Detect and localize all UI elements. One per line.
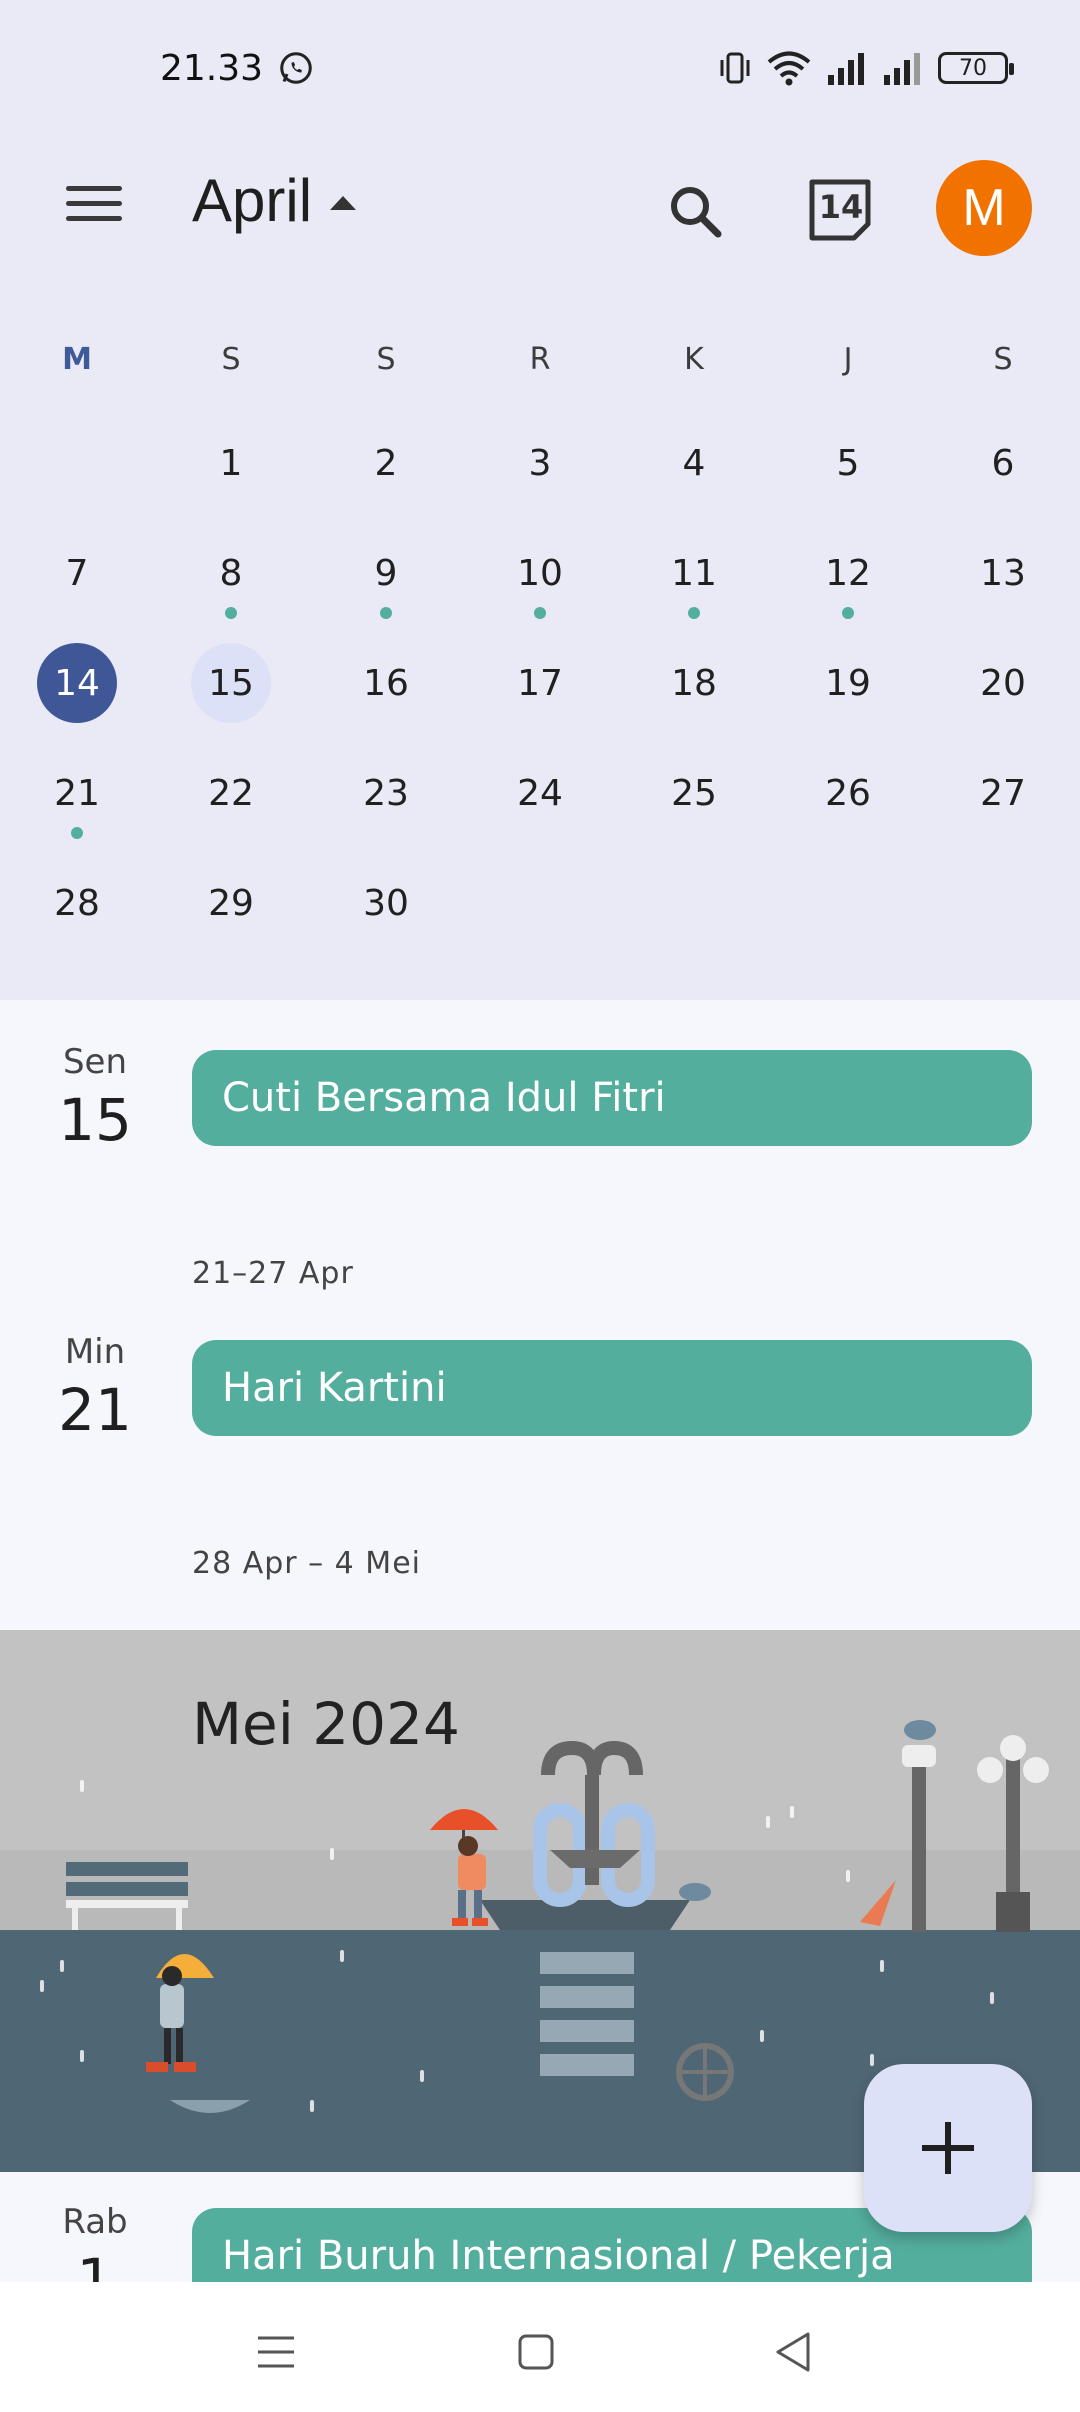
weekday-header: J: [843, 342, 853, 377]
home-icon[interactable]: [506, 2322, 566, 2382]
event-indicator-dot: [71, 827, 83, 839]
vibrate-icon: [720, 52, 750, 84]
schedule-date: 15: [58, 1086, 132, 1154]
calendar-day[interactable]: 27: [963, 753, 1043, 833]
recents-icon[interactable]: [246, 2322, 306, 2382]
calendar-day[interactable]: 18: [654, 643, 734, 723]
month-title: April: [192, 167, 313, 234]
schedule-day-label: Min 21: [20, 1332, 170, 1444]
calendar-day[interactable]: 21: [37, 753, 117, 833]
whatsapp-icon: [280, 52, 312, 84]
schedule-day-label: Rab 1: [20, 2202, 170, 2282]
app-header: April 14 M: [0, 140, 1080, 270]
calendar-day[interactable]: 2: [346, 423, 426, 503]
battery-indicator: 70: [938, 52, 1014, 84]
search-icon[interactable]: [660, 176, 730, 246]
calendar-day[interactable]: 19: [808, 643, 888, 723]
status-icons: 70: [718, 48, 1014, 88]
schedule-weekday: Min: [64, 1332, 126, 1372]
schedule-date: 1: [76, 2246, 114, 2282]
calendar-day[interactable]: 1: [191, 423, 271, 503]
weekday-header: S: [993, 342, 1013, 377]
calendar-day[interactable]: 6: [963, 423, 1043, 503]
event-indicator-dot: [225, 607, 237, 619]
system-nav-bar: [0, 2282, 1080, 2412]
event-indicator-dot: [688, 607, 700, 619]
calendar-day[interactable]: 5: [808, 423, 888, 503]
weekday-header: K: [684, 342, 704, 377]
calendar-day[interactable]: 4: [654, 423, 734, 503]
calendar-day[interactable]: 17: [500, 643, 580, 723]
weekday-header: S: [221, 342, 241, 377]
calendar-today-icon[interactable]: 14: [806, 174, 876, 244]
calendar-day[interactable]: 12: [808, 533, 888, 613]
event-chip[interactable]: Hari Kartini: [192, 1340, 1032, 1436]
schedule-weekday: Rab: [62, 2202, 128, 2242]
schedule-list: Sen 15 Cuti Bersama Idul Fitri 21–27 Apr…: [0, 1000, 1080, 1630]
calendar-day[interactable]: 24: [500, 753, 580, 833]
event-indicator-dot: [534, 607, 546, 619]
caret-up-icon: [330, 195, 357, 210]
signal-icon-2: [884, 53, 920, 85]
event-chip[interactable]: Cuti Bersama Idul Fitri: [192, 1050, 1032, 1146]
weekday-header-row: MSSRKJS: [0, 342, 1080, 382]
month-selector[interactable]: April: [192, 166, 357, 235]
calendar-day[interactable]: 3: [500, 423, 580, 503]
weekday-header: R: [529, 342, 551, 377]
wifi-icon: [767, 51, 811, 86]
back-icon[interactable]: [764, 2322, 824, 2382]
schedule-date: 21: [58, 1376, 132, 1444]
signal-icon-1: [828, 53, 864, 85]
calendar-day[interactable]: 26: [808, 753, 888, 833]
calendar-day[interactable]: 7: [37, 533, 117, 613]
calendar-day[interactable]: 14: [37, 643, 117, 723]
calendar-day[interactable]: 11: [654, 533, 734, 613]
week-range-label: 28 Apr – 4 Mei: [192, 1546, 421, 1581]
create-event-button[interactable]: [864, 2064, 1032, 2232]
month-grid: MSSRKJS 1 2 3 4 5 6 7 8 9 10 11 12 13 14 15 16 17 18 19 20 2…: [0, 270, 1080, 1000]
status-bar: 21.33 70: [0, 0, 1080, 140]
calendar-day[interactable]: 28: [37, 863, 117, 943]
today-badge: 14: [818, 188, 864, 226]
banner-month-title: Mei 2024: [192, 1690, 460, 1758]
avatar[interactable]: M: [936, 160, 1032, 256]
menu-icon[interactable]: [56, 178, 136, 238]
plus-icon: [922, 2122, 974, 2174]
week-range-label: 21–27 Apr: [192, 1256, 354, 1291]
calendar-day[interactable]: 16: [346, 643, 426, 723]
calendar-day[interactable]: 25: [654, 753, 734, 833]
calendar-day[interactable]: 8: [191, 533, 271, 613]
calendar-day[interactable]: 23: [346, 753, 426, 833]
calendar-day[interactable]: 9: [346, 533, 426, 613]
calendar-day[interactable]: 10: [500, 533, 580, 613]
schedule-weekday: Sen: [62, 1042, 128, 1082]
calendar-day[interactable]: 30: [346, 863, 426, 943]
calendar-day[interactable]: 20: [963, 643, 1043, 723]
calendar-day[interactable]: 22: [191, 753, 271, 833]
calendar-day[interactable]: 15: [191, 643, 271, 723]
schedule-day-label: Sen 15: [20, 1042, 170, 1154]
weekday-header: M: [62, 342, 92, 377]
calendar-day[interactable]: 13: [963, 533, 1043, 613]
event-indicator-dot: [380, 607, 392, 619]
weekday-header: S: [376, 342, 396, 377]
calendar-day[interactable]: 29: [191, 863, 271, 943]
event-indicator-dot: [842, 607, 854, 619]
status-time: 21.33: [160, 48, 264, 89]
